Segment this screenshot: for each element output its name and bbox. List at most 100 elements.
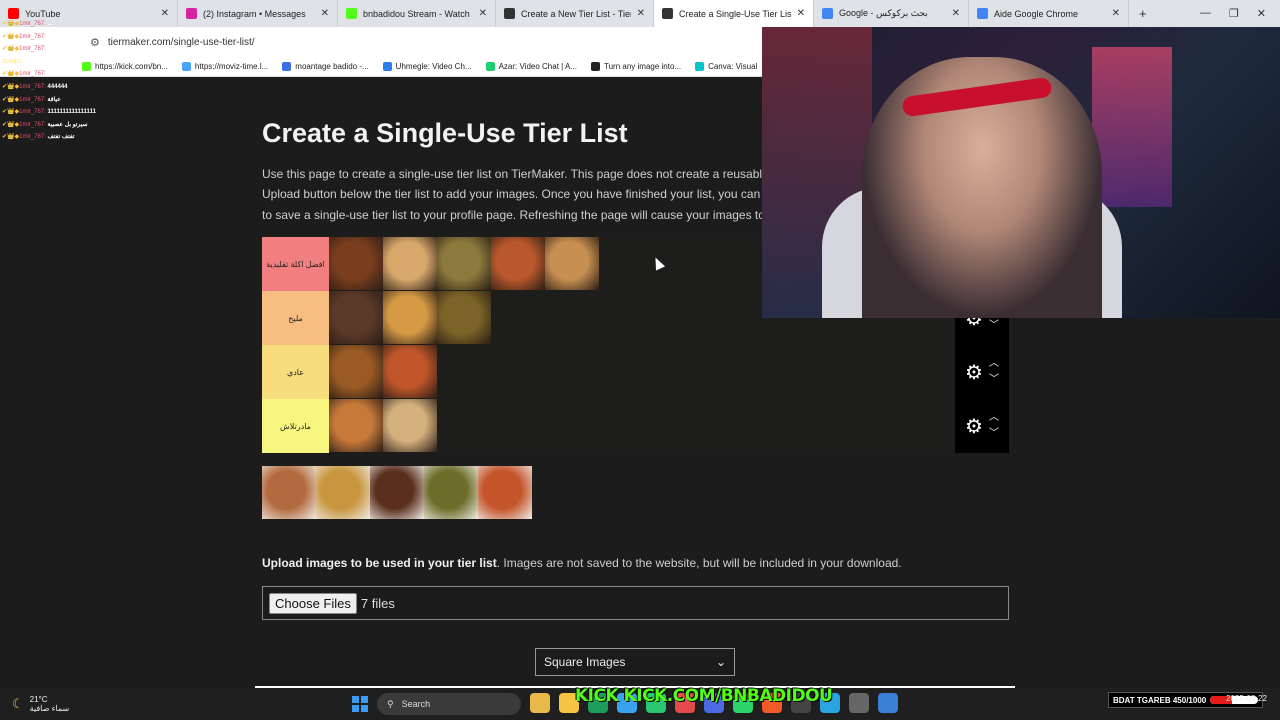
bookmark-label: Turn any image into... — [604, 62, 682, 71]
browser-tab[interactable]: Create a Single-Use Tier List (Pr ✕ — [654, 0, 814, 27]
tab-close-icon[interactable]: ✕ — [321, 8, 329, 19]
new-tab-icon[interactable]: + — [1129, 6, 1157, 21]
chat-username: 1mir_767: — [19, 83, 46, 90]
chat-text: سيرتو بل عصبية — [47, 121, 88, 128]
chevron-down-icon: ⌄ — [715, 655, 726, 669]
browser-tab[interactable]: Aide Google Chrome ✕ — [969, 0, 1129, 27]
food-image[interactable] — [262, 466, 316, 519]
chevron-up-icon[interactable]: ︿ — [989, 356, 999, 372]
tab-close-icon[interactable]: ✕ — [797, 8, 805, 19]
food-image[interactable] — [383, 291, 437, 344]
upload-instructions-rest: . Images are not saved to the website, b… — [496, 556, 902, 570]
minimize-icon[interactable]: — — [1200, 7, 1211, 20]
tab-label: YouTube — [25, 8, 61, 19]
tier-label[interactable]: عادي — [262, 345, 329, 399]
food-image[interactable] — [383, 237, 437, 290]
chevron-down-icon[interactable]: ﹀ — [989, 318, 999, 334]
bookmark-item[interactable]: Canva: Visual — [695, 62, 757, 71]
close-window-icon[interactable]: ✕ — [1257, 7, 1266, 20]
food-image[interactable] — [437, 291, 491, 344]
bookmark-item[interactable]: Turn any image into... — [591, 62, 681, 71]
bookmark-item[interactable]: https://moviz-time.l... — [181, 62, 268, 71]
stream-chat-overlay: ✔👑◆1mir_767: ... ✔👑◆1mir_767: ... ✔👑◆1mir_… — [2, 18, 122, 144]
tab-close-icon[interactable]: ✕ — [161, 8, 169, 19]
bookmark-favicon-icon — [591, 62, 600, 71]
chat-message: ✔👑◆1mir_767: سيرتو بل عصبية — [2, 119, 122, 132]
chevron-down-icon[interactable]: ﹀ — [989, 426, 999, 442]
chat-text: عياقة — [47, 96, 61, 103]
file-count: 7 files — [360, 595, 395, 611]
tab-label: Google - بحث بركوكس — [839, 8, 928, 18]
bookmark-item[interactable]: Uhmegle: Video Ch... — [382, 62, 472, 71]
chat-username: 2coups: — [2, 58, 24, 65]
chat-text: دي — [24, 58, 33, 65]
chat-username: 1mir_767: — [19, 21, 46, 27]
tab-label: Create a New Tier List - TierMaker — [521, 8, 631, 19]
browser-tab[interactable]: Create a New Tier List - TierMaker ✕ — [496, 0, 654, 27]
tier-row: مادرتلاش ⚙ ︿ ﹀ — [262, 399, 1009, 453]
desc-line: to save a single-use tier list to your p… — [262, 207, 762, 222]
browser-tab[interactable]: Google - بحث بركوكس ✕ — [814, 0, 969, 27]
tab-close-icon[interactable]: ✕ — [1112, 8, 1120, 19]
choose-files-button[interactable]: Choose Files — [269, 592, 357, 614]
food-image[interactable] — [316, 466, 370, 519]
browser-tab[interactable]: (2) Instagram • Messages ✕ — [178, 0, 338, 27]
kick-banner: KICK KICK.COM/BNBADIDOU — [575, 686, 833, 706]
gear-icon[interactable]: ⚙ — [965, 360, 983, 385]
food-image[interactable] — [491, 237, 545, 290]
tab-bar: YouTube ✕ (2) Instagram • Messages ✕ bnbadid… — [0, 0, 1280, 27]
page-title: Create a Single-Use Tier List — [262, 118, 628, 148]
upload-instructions: Upload images to be used in your tier li… — [262, 556, 902, 570]
chevron-down-icon[interactable]: ﹀ — [989, 372, 999, 388]
bookmark-label: Azar: Video Chat | A... — [498, 62, 577, 71]
bookmark-favicon-icon — [695, 62, 705, 71]
taskbar-app-icon[interactable] — [878, 693, 898, 713]
tier-label[interactable]: مادرتلاش — [262, 399, 329, 453]
food-image[interactable] — [329, 399, 383, 452]
food-image[interactable] — [437, 237, 491, 290]
window-controls: — ❐ ✕ — [1200, 7, 1280, 20]
upload-instructions-bold: Upload images to be used in your tier li… — [262, 556, 497, 570]
image-shape-select[interactable]: Square Images ⌄ — [535, 648, 735, 676]
tab-close-icon[interactable]: ✕ — [479, 8, 487, 19]
food-image[interactable] — [329, 291, 383, 344]
browser-tab[interactable]: bnbadidou Stream - Watch Live ✕ — [338, 0, 496, 27]
chat-username: 1mir_767: — [19, 121, 46, 128]
food-image[interactable] — [329, 345, 383, 398]
windows-start-icon[interactable] — [352, 696, 368, 712]
image-pool — [262, 466, 532, 520]
food-image[interactable] — [545, 237, 599, 290]
tier-items[interactable] — [329, 399, 1009, 453]
moon-icon: ☾ — [12, 696, 24, 711]
chat-username: 1mir_767: — [19, 109, 46, 116]
tab-favicon-icon — [977, 8, 988, 19]
taskbar-app-icon[interactable] — [530, 693, 550, 713]
maximize-icon[interactable]: ❐ — [1229, 7, 1239, 20]
bookmark-item[interactable]: Azar: Video Chat | A... — [485, 62, 577, 71]
chat-text: ... — [47, 46, 53, 53]
chat-badges-icon: ✔👑◆ — [2, 134, 20, 141]
food-image[interactable] — [370, 466, 424, 519]
food-image[interactable] — [478, 466, 532, 519]
tab-close-icon[interactable]: ✕ — [637, 8, 645, 19]
file-input[interactable]: Choose Files 7 files — [262, 586, 1009, 620]
taskbar-app-icon[interactable] — [849, 693, 869, 713]
clock: 2025-08-22 — [1226, 694, 1267, 703]
food-image[interactable] — [383, 399, 437, 452]
search-icon: ⚲ — [387, 698, 394, 709]
tab-close-icon[interactable]: ✕ — [952, 8, 960, 19]
chat-message: ✔👑◆1mir_767: 444444 — [2, 68, 122, 81]
tier-label[interactable]: مليح — [262, 291, 329, 345]
food-image[interactable] — [329, 237, 383, 290]
tier-row: عادي ⚙ ︿ ﹀ — [262, 345, 1009, 399]
food-image[interactable] — [383, 345, 437, 398]
chat-text: 1111111111111111 — [47, 109, 96, 116]
chevron-up-icon[interactable]: ︿ — [989, 410, 999, 426]
taskbar-search[interactable]: ⚲ Search — [377, 693, 521, 715]
weather-widget[interactable]: ☾ 21°C سماء صافية — [0, 695, 69, 713]
bookmark-item[interactable]: moantage badido -... — [282, 62, 369, 71]
tier-items[interactable] — [329, 345, 1009, 399]
tier-label[interactable]: افضل اكلة تقليدية — [262, 237, 329, 291]
food-image[interactable] — [424, 466, 478, 519]
gear-icon[interactable]: ⚙ — [965, 414, 983, 439]
